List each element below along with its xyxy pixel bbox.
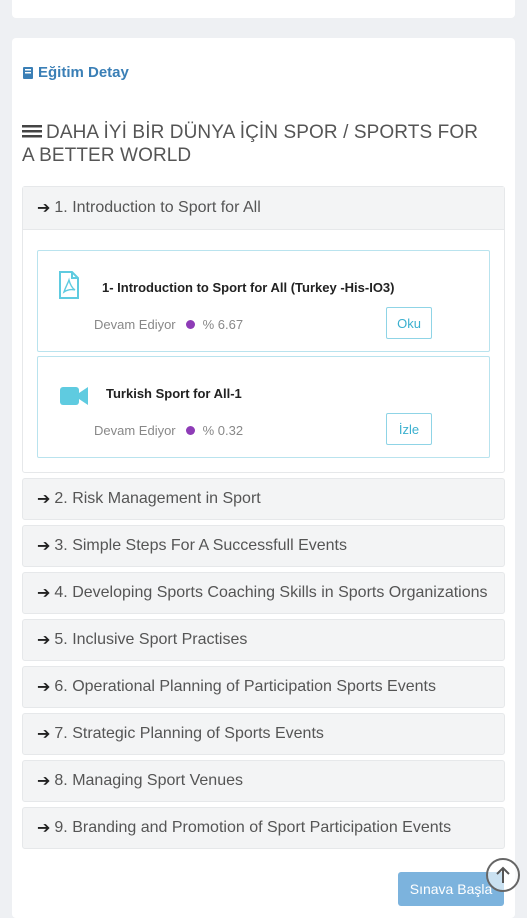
module-header-1[interactable]: ➔ 1. Introduction to Sport for All [23, 187, 504, 230]
watch-button[interactable]: İzle [386, 413, 432, 445]
module-label: 7. Strategic Planning of Sports Events [54, 725, 324, 742]
pdf-icon [59, 271, 79, 299]
material-status: Devam Ediyor % 0.32 [94, 423, 243, 438]
arrow-right-icon: ➔ [37, 585, 51, 602]
arrow-right-icon: ➔ [37, 773, 51, 790]
module-label: 9. Branding and Promotion of Sport Parti… [54, 819, 452, 836]
module-header-5[interactable]: ➔ 5. Inclusive Sport Practises [22, 619, 505, 661]
module-label: 4. Developing Sports Coaching Skills in … [54, 584, 488, 601]
arrow-right-icon: ➔ [37, 200, 51, 217]
module-accordion: ➔ 1. Introduction to Sport for All 1- In… [22, 186, 505, 854]
module-label: 6. Operational Planning of Participation… [54, 678, 436, 695]
progress-text: % 6.67 [202, 317, 244, 332]
status-text: Devam Ediyor [94, 317, 176, 332]
status-dot [185, 320, 195, 329]
list-icon [22, 125, 42, 138]
education-detail-label: Eğitim Detay [38, 64, 129, 81]
status-dot [185, 426, 195, 435]
module-header-3[interactable]: ➔ 3. Simple Steps For A Successfull Even… [22, 525, 505, 567]
course-title: DAHA İYİ BİR DÜNYA İÇİN SPOR / SPORTS FO… [22, 121, 492, 167]
arrow-right-icon: ➔ [37, 726, 51, 743]
book-icon [23, 66, 33, 79]
module-label: 1. Introduction to Sport for All [54, 199, 261, 216]
arrow-right-icon: ➔ [37, 679, 51, 696]
material-card: Turkish Sport for All-1 Devam Ediyor % 0… [37, 356, 490, 458]
top-card [12, 0, 515, 18]
module-label: 5. Inclusive Sport Practises [54, 631, 248, 648]
progress-text: % 0.32 [202, 423, 244, 438]
material-title[interactable]: Turkish Sport for All-1 [106, 386, 242, 401]
module-label: 2. Risk Management in Sport [54, 490, 261, 507]
module-label: 8. Managing Sport Venues [54, 772, 243, 789]
video-icon [60, 387, 88, 405]
module-body-1: 1- Introduction to Sport for All (Turkey… [23, 230, 504, 472]
material-card: 1- Introduction to Sport for All (Turkey… [37, 250, 490, 352]
course-title-text: DAHA İYİ BİR DÜNYA İÇİN SPOR / SPORTS FO… [22, 122, 479, 166]
arrow-right-icon: ➔ [37, 820, 51, 837]
arrow-right-icon: ➔ [37, 632, 51, 649]
module-header-2[interactable]: ➔ 2. Risk Management in Sport [22, 478, 505, 520]
module-header-8[interactable]: ➔ 8. Managing Sport Venues [22, 760, 505, 802]
module-header-6[interactable]: ➔ 6. Operational Planning of Participati… [22, 666, 505, 708]
scroll-to-top-button[interactable] [486, 858, 520, 892]
education-detail-link[interactable]: Eğitim Detay [22, 64, 129, 81]
status-text: Devam Ediyor [94, 423, 176, 438]
read-button[interactable]: Oku [386, 307, 432, 339]
module-label: 3. Simple Steps For A Successfull Events [54, 537, 347, 554]
module-panel-1: ➔ 1. Introduction to Sport for All 1- In… [22, 186, 505, 473]
material-status: Devam Ediyor % 6.67 [94, 317, 243, 332]
arrow-right-icon: ➔ [37, 538, 51, 555]
arrow-right-icon: ➔ [37, 491, 51, 508]
module-header-9[interactable]: ➔ 9. Branding and Promotion of Sport Par… [22, 807, 505, 849]
arrow-up-icon [496, 866, 510, 883]
module-header-7[interactable]: ➔ 7. Strategic Planning of Sports Events [22, 713, 505, 755]
material-title[interactable]: 1- Introduction to Sport for All (Turkey… [102, 280, 395, 295]
module-header-4[interactable]: ➔ 4. Developing Sports Coaching Skills i… [22, 572, 505, 614]
